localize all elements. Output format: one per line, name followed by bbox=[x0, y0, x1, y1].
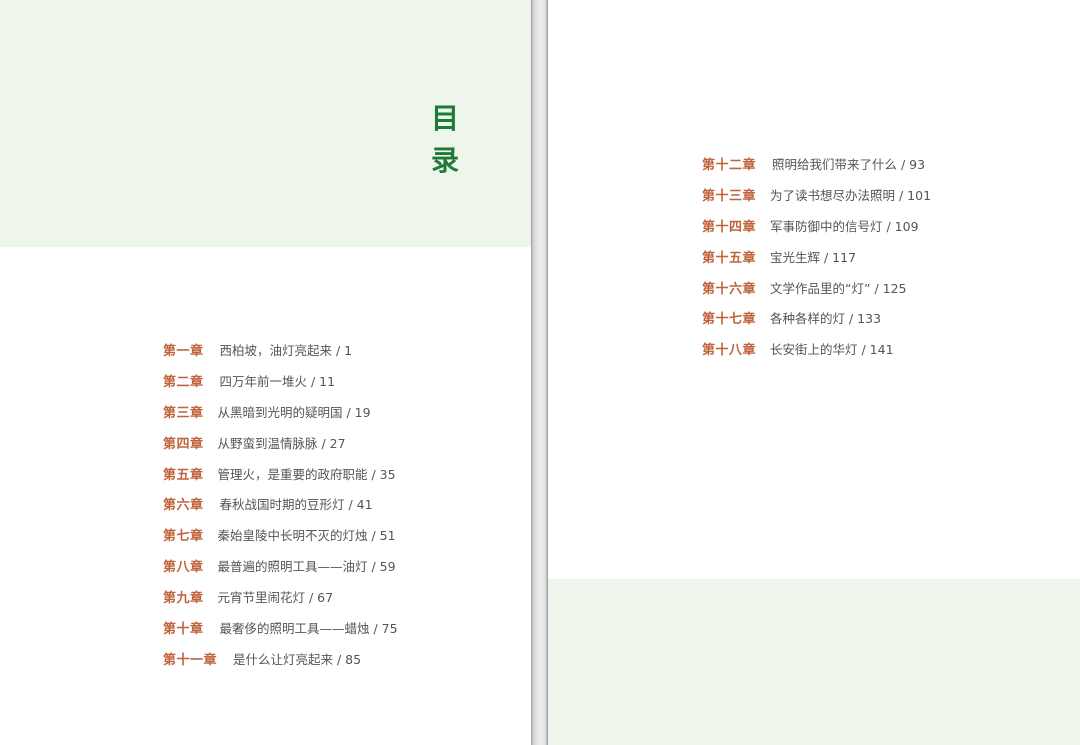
entry-title: 长安街上的华灯 / 141 bbox=[770, 342, 894, 358]
toc-entry[interactable]: 第四章 从野蛮到温情脉脉 / 27 bbox=[163, 427, 398, 458]
chapter-label: 第四章 bbox=[163, 436, 204, 452]
entry-title: 最普遍的照明工具——油灯 / 59 bbox=[217, 559, 396, 575]
book-gutter bbox=[531, 0, 548, 745]
title-char-1: 目 bbox=[430, 102, 459, 135]
toc-list-left: 第一章 西柏坡，油灯亮起来 / 1 第二章 四万年前一堆火 / 11 第三章 从… bbox=[163, 334, 398, 674]
toc-entry[interactable]: 第八章 最普遍的照明工具——油灯 / 59 bbox=[163, 550, 398, 581]
entry-title: 元宵节里闹花灯 / 67 bbox=[217, 590, 334, 606]
toc-entry[interactable]: 第十三章 为了读书想尽办法照明 / 101 bbox=[702, 179, 931, 210]
toc-entry[interactable]: 第十一章 是什么让灯亮起来 / 85 bbox=[163, 643, 398, 674]
toc-entry[interactable]: 第二章 四万年前一堆火 / 11 bbox=[163, 365, 398, 396]
toc-entry[interactable]: 第五章 管理火，是重要的政府职能 / 35 bbox=[163, 458, 398, 489]
toc-entry[interactable]: 第十章 最奢侈的照明工具——蜡烛 / 75 bbox=[163, 612, 398, 643]
page-title: 目 录 bbox=[428, 98, 462, 182]
chapter-label: 第八章 bbox=[163, 560, 204, 576]
entry-title: 西柏坡，油灯亮起来 / 1 bbox=[219, 342, 353, 358]
entry-title: 为了读书想尽办法照明 / 101 bbox=[770, 187, 932, 203]
chapter-label: 第九章 bbox=[163, 591, 204, 607]
right-footer-band bbox=[548, 579, 1080, 745]
entry-title: 从野蛮到温情脉脉 / 27 bbox=[217, 435, 346, 451]
toc-entry[interactable]: 第十五章 宝光生辉 / 117 bbox=[702, 241, 931, 272]
chapter-label: 第五章 bbox=[163, 467, 204, 483]
chapter-label: 第三章 bbox=[163, 405, 204, 421]
chapter-label: 第十六章 bbox=[702, 281, 757, 297]
entry-title: 管理火，是重要的政府职能 / 35 bbox=[217, 466, 396, 482]
toc-entry[interactable]: 第十七章 各种各样的灯 / 133 bbox=[702, 302, 931, 333]
entry-title: 从黑暗到光明的疑明国 / 19 bbox=[217, 404, 371, 420]
entry-title: 各种各样的灯 / 133 bbox=[770, 311, 882, 327]
toc-entry[interactable]: 第七章 秦始皇陵中长明不灭的灯烛 / 51 bbox=[163, 519, 398, 550]
entry-title: 最奢侈的照明工具——蜡烛 / 75 bbox=[219, 620, 398, 636]
toc-entry[interactable]: 第十六章 文学作品里的“灯” / 125 bbox=[702, 272, 931, 303]
toc-entry[interactable]: 第十四章 军事防御中的信号灯 / 109 bbox=[702, 210, 931, 241]
toc-entry[interactable]: 第十八章 长安街上的华灯 / 141 bbox=[702, 333, 931, 364]
chapter-label: 第十二章 bbox=[702, 157, 757, 173]
chapter-label: 第十七章 bbox=[702, 312, 757, 328]
entry-title: 是什么让灯亮起来 / 85 bbox=[233, 651, 362, 667]
left-page: 目 录 第一章 西柏坡，油灯亮起来 / 1 第二章 四万年前一堆火 / 11 第… bbox=[0, 0, 531, 745]
chapter-label: 第七章 bbox=[163, 529, 204, 545]
toc-entry[interactable]: 第一章 西柏坡，油灯亮起来 / 1 bbox=[163, 334, 398, 365]
entry-title: 秦始皇陵中长明不灭的灯烛 / 51 bbox=[217, 528, 396, 544]
chapter-label: 第一章 bbox=[163, 343, 204, 359]
chapter-label: 第六章 bbox=[163, 498, 204, 514]
chapter-label: 第十三章 bbox=[702, 188, 757, 204]
entry-title: 春秋战国时期的豆形灯 / 41 bbox=[219, 497, 373, 513]
toc-entry[interactable]: 第三章 从黑暗到光明的疑明国 / 19 bbox=[163, 396, 398, 427]
entry-title: 宝光生辉 / 117 bbox=[770, 249, 857, 265]
toc-entry[interactable]: 第六章 春秋战国时期的豆形灯 / 41 bbox=[163, 488, 398, 519]
chapter-label: 第十五章 bbox=[702, 250, 757, 266]
chapter-label: 第十八章 bbox=[702, 343, 757, 359]
entry-title: 军事防御中的信号灯 / 109 bbox=[770, 218, 919, 234]
title-char-2: 录 bbox=[430, 144, 459, 177]
chapter-label: 第二章 bbox=[163, 374, 204, 390]
toc-entry[interactable]: 第十二章 照明给我们带来了什么 / 93 bbox=[702, 148, 931, 179]
right-page: 第十二章 照明给我们带来了什么 / 93 第十三章 为了读书想尽办法照明 / 1… bbox=[548, 0, 1080, 745]
entry-title: 四万年前一堆火 / 11 bbox=[219, 373, 336, 389]
entry-title: 照明给我们带来了什么 / 93 bbox=[772, 156, 926, 172]
entry-title: 文学作品里的“灯” / 125 bbox=[770, 280, 907, 296]
book-spread: 目 录 第一章 西柏坡，油灯亮起来 / 1 第二章 四万年前一堆火 / 11 第… bbox=[0, 0, 1080, 745]
chapter-label: 第十四章 bbox=[702, 219, 757, 235]
chapter-label: 第十一章 bbox=[163, 652, 218, 668]
chapter-label: 第十章 bbox=[163, 621, 204, 637]
toc-entry[interactable]: 第九章 元宵节里闹花灯 / 67 bbox=[163, 581, 398, 612]
toc-list-right: 第十二章 照明给我们带来了什么 / 93 第十三章 为了读书想尽办法照明 / 1… bbox=[702, 148, 931, 364]
